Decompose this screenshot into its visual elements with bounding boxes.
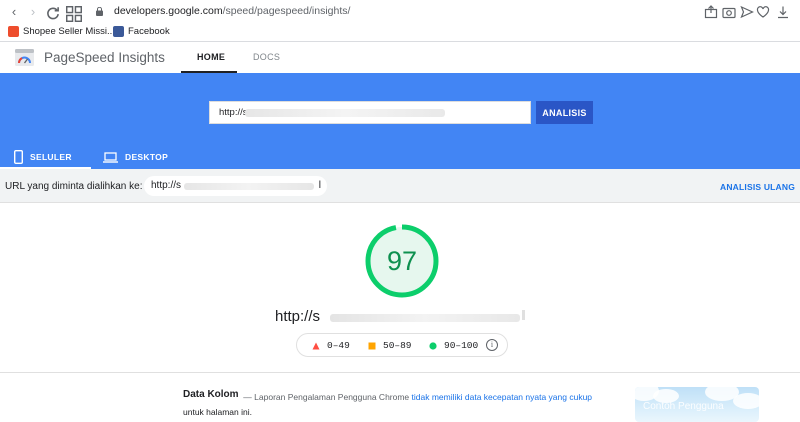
redirect-url-text: http://s (151, 180, 182, 191)
legend-good-label: 90–100 (444, 340, 479, 351)
reanalyze-button[interactable]: ANALISIS ULANG (720, 182, 795, 192)
url-path: /speed/pagespeed/insights/ (222, 5, 351, 17)
redirect-label: URL yang diminta dialihkan ke: (5, 181, 143, 192)
bookmark-label: Shopee Seller Missi... (23, 26, 115, 37)
field-data-thumbnail: Contoh Pengguna (635, 387, 759, 422)
laptop-icon (103, 151, 118, 163)
pagespeed-logo-icon (15, 49, 34, 66)
tested-url-end (522, 310, 525, 320)
legend-average: 50–89 (368, 340, 412, 351)
field-data-text-after: untuk halaman ini. (183, 407, 252, 417)
legend-poor-label: 0–49 (327, 340, 350, 351)
analyze-hero: ANALISIS SELULER DESKTOP (0, 73, 800, 169)
tested-url-redaction (330, 314, 520, 322)
circle-icon (429, 341, 437, 350)
tab-mobile-label: SELULER (30, 152, 72, 162)
facebook-icon (113, 26, 124, 37)
pagespeed-header: PageSpeed Insights HOME DOCS (0, 42, 800, 73)
lock-icon (96, 7, 103, 16)
send-icon[interactable] (740, 5, 754, 19)
tab-docs[interactable]: DOCS (253, 52, 280, 62)
tab-home[interactable]: HOME (197, 52, 225, 62)
analyze-button[interactable]: ANALISIS (536, 101, 593, 124)
square-icon (368, 342, 376, 349)
bookmarks-bar: Shopee Seller Missi... Facebook (0, 24, 800, 42)
heart-icon[interactable] (756, 5, 770, 19)
tab-grid-icon[interactable] (66, 6, 82, 22)
forward-icon[interactable]: › (25, 4, 41, 20)
thumbnail-caption: Contoh Pengguna (643, 401, 724, 412)
legend-poor: 0–49 (312, 340, 350, 351)
url-domain: developers.google.com (114, 5, 223, 17)
info-icon[interactable]: i (486, 339, 498, 351)
field-data-link[interactable]: tidak memiliki data kecepatan nyata yang… (412, 392, 593, 402)
redirect-bar: URL yang diminta dialihkan ke: http://s … (0, 169, 800, 203)
tab-mobile[interactable]: SELULER (14, 147, 72, 167)
triangle-icon (312, 342, 320, 349)
url-redaction (245, 109, 445, 117)
redirect-url-end: l (318, 180, 321, 191)
bookmark-facebook[interactable]: Facebook (113, 26, 170, 37)
redirect-url-redaction (184, 183, 314, 190)
tested-url: http://s (275, 308, 321, 325)
tab-desktop-label: DESKTOP (125, 152, 169, 162)
bookmark-label: Facebook (128, 26, 170, 37)
tab-desktop[interactable]: DESKTOP (103, 147, 168, 167)
refresh-icon[interactable] (45, 5, 61, 21)
camera-icon[interactable] (722, 5, 736, 19)
phone-icon (14, 150, 23, 164)
legend-good: 90–100 (429, 340, 478, 351)
section-divider (0, 372, 800, 373)
field-data-text-before: — Laporan Pengalaman Pengguna Chrome (243, 392, 412, 402)
address-url[interactable]: developers.google.com/speed/pagespeed/in… (114, 5, 350, 17)
share-icon[interactable] (704, 5, 718, 19)
performance-score: 97 (386, 246, 418, 276)
back-icon[interactable]: ‹ (6, 4, 22, 20)
bookmark-shopee[interactable]: Shopee Seller Missi... (8, 26, 115, 37)
field-data-description: Data Kolom — Laporan Pengalaman Pengguna… (183, 390, 593, 420)
app-title: PageSpeed Insights (44, 50, 165, 65)
shopee-icon (8, 26, 19, 37)
redirect-url: http://s l (144, 176, 327, 196)
legend-average-label: 50–89 (383, 340, 412, 351)
score-legend: 0–49 50–89 90–100 i (296, 333, 508, 357)
browser-address-bar: ‹ › developers.google.com/speed/pagespee… (0, 0, 800, 24)
download-icon[interactable] (776, 5, 790, 19)
